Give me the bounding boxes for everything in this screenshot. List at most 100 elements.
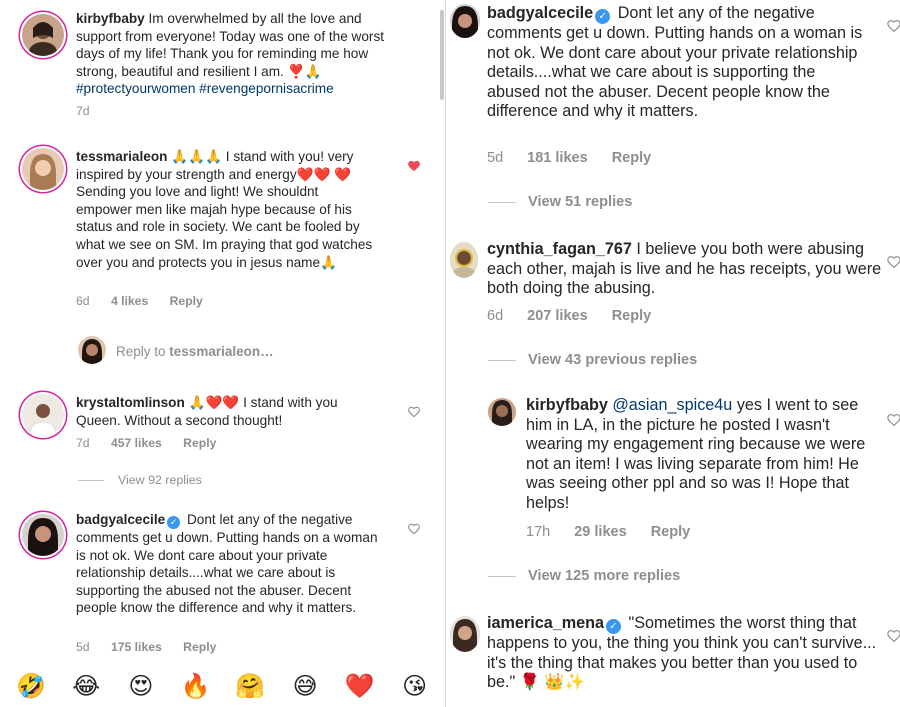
verified-badge-icon: ✓ — [606, 619, 621, 634]
comment-time: 5d — [76, 640, 90, 654]
emoji-sweat-smile[interactable]: 😅 — [288, 673, 322, 701]
comment-text: cynthia_fagan_767 I believe you both wer… — [487, 240, 887, 299]
view-replies-label: View 43 previous replies — [528, 352, 698, 368]
emoji-rofl[interactable]: 🤣 — [14, 673, 48, 701]
replies-divider-line — [78, 480, 104, 482]
reply-button[interactable]: Reply — [651, 524, 691, 540]
verified-badge-icon: ✓ — [167, 516, 181, 529]
comment-meta: 5d 175 likes Reply — [76, 640, 234, 654]
view-replies-label: View 92 replies — [118, 473, 202, 487]
avatar[interactable] — [22, 148, 64, 190]
reply-button[interactable]: Reply — [612, 308, 652, 324]
comment-username[interactable]: cynthia_fagan_767 — [487, 240, 632, 258]
emoji-quick-reactions: 🤣 😂 😍 🔥 🤗 😅 ❤️ 😘 — [0, 666, 446, 707]
comment-username[interactable]: kirbyfbaby — [526, 396, 608, 414]
reply-button[interactable]: Reply — [183, 640, 216, 654]
comment-body: Dont let any of the negative comments ge… — [76, 512, 378, 616]
comment-text: kirbyfbaby Im overwhelmed by all the lov… — [76, 10, 406, 98]
comment-meta: 7d — [76, 104, 108, 118]
comment-username[interactable]: iamerica_mena — [487, 614, 604, 632]
comment-text: iamerica_mena ✓ "Sometimes the worst thin… — [487, 614, 877, 693]
emoji-hug[interactable]: 🤗 — [233, 673, 267, 701]
emoji-red-heart[interactable]: ❤️ — [343, 673, 377, 701]
comment-meta: 17h 29 likes Reply — [526, 524, 710, 540]
avatar[interactable] — [488, 398, 516, 426]
comment-username[interactable]: badgyalcecile — [487, 4, 593, 22]
comment-badgyalcecile: badgyalcecile ✓ Dont let any of the negat… — [0, 502, 446, 666]
comment-text: badgyalcecile ✓ Dont let any of the negat… — [487, 4, 867, 122]
comment-likes[interactable]: 175 likes — [111, 640, 162, 654]
emoji-heart-eyes[interactable]: 😍 — [124, 673, 158, 701]
comment-text: krystaltomlinson 🙏❤️❤️ I stand with you … — [76, 394, 376, 429]
verified-badge-icon: ✓ — [595, 9, 611, 24]
avatar[interactable] — [22, 394, 64, 436]
avatar[interactable] — [450, 616, 480, 652]
comment-username[interactable]: badgyalcecile — [76, 512, 165, 527]
comment-time: 7d — [76, 436, 90, 450]
heart-outline-icon[interactable] — [886, 628, 900, 644]
reply-button[interactable]: Reply — [183, 436, 216, 450]
comment-likes[interactable]: 181 likes — [527, 150, 587, 166]
reply-prefix: Reply to — [116, 344, 166, 359]
avatar[interactable] — [450, 242, 478, 278]
reply-input-row[interactable]: Reply to tessmarialeon… — [0, 332, 446, 368]
comment-text: kirbyfbaby @asian_spice4u yes I went to … — [526, 396, 866, 514]
view-replies-button[interactable]: View 51 replies — [488, 194, 632, 210]
view-replies-label: View 125 more replies — [528, 568, 681, 584]
view-replies-label: View 51 replies — [528, 194, 633, 210]
comment-meta: 6d 207 likes Reply — [487, 308, 671, 324]
comment-likes[interactable]: 29 likes — [574, 524, 626, 540]
comment-meta: 7d 457 likes Reply — [76, 436, 234, 450]
comment-badgyalcecile: badgyalcecile ✓ Dont let any of the negat… — [446, 0, 900, 222]
replies-divider-line — [488, 359, 516, 361]
comment-time: 5d — [487, 150, 504, 166]
comment-username[interactable]: tessmarialeon — [76, 149, 167, 164]
reply-placeholder[interactable]: Reply to tessmarialeon… — [116, 344, 274, 359]
comment-text: tessmarialeon 🙏🙏🙏 I stand with you! very… — [76, 148, 376, 271]
comment-likes[interactable]: 4 likes — [111, 294, 148, 308]
comment-time: 17h — [526, 524, 551, 540]
reply-button[interactable]: Reply — [612, 150, 652, 166]
comment-likes[interactable]: 207 likes — [527, 308, 587, 324]
comment-hashtags[interactable]: #protectyourwomen #revengepornisacrime — [76, 81, 334, 96]
heart-outline-icon[interactable] — [407, 522, 421, 536]
replies-divider-line — [488, 575, 516, 577]
comment-iamerica-mena: iamerica_mena ✓ "Sometimes the worst thin… — [446, 610, 900, 707]
reply-username: tessmarialeon… — [169, 344, 274, 359]
heart-filled-icon[interactable] — [407, 159, 421, 173]
avatar — [78, 336, 106, 364]
right-comments-panel: badgyalcecile ✓ Dont let any of the negat… — [446, 0, 900, 707]
avatar[interactable] — [22, 514, 64, 556]
replies-divider-line — [488, 201, 516, 203]
heart-outline-icon[interactable] — [886, 254, 900, 270]
heart-outline-icon[interactable] — [886, 412, 900, 428]
comment-tessmarialeon: tessmarialeon 🙏🙏🙏 I stand with you! very… — [0, 138, 446, 318]
emoji-joy[interactable]: 😂 — [69, 673, 103, 701]
emoji-kiss[interactable]: 😘 — [398, 673, 432, 701]
comment-username[interactable]: kirbyfbaby — [76, 11, 145, 26]
view-replies-button[interactable]: View 43 previous replies — [488, 352, 697, 368]
comment-body: 🙏🙏🙏 I stand with you! very inspired by y… — [76, 149, 373, 270]
screenshot-collage: kirbyfbaby Im overwhelmed by all the lov… — [0, 0, 900, 707]
comment-username[interactable]: krystaltomlinson — [76, 395, 185, 410]
comment-likes[interactable]: 457 likes — [111, 436, 162, 450]
avatar[interactable] — [450, 4, 480, 38]
comment-krystaltomlinson: krystaltomlinson 🙏❤️❤️ I stand with you … — [0, 384, 446, 494]
heart-outline-icon[interactable] — [407, 405, 421, 419]
view-replies-button[interactable]: View 125 more replies — [488, 568, 680, 584]
comment-time: 6d — [76, 294, 90, 308]
heart-outline-icon[interactable] — [886, 18, 900, 34]
comment-time: 7d — [76, 104, 90, 118]
comment-time: 6d — [487, 308, 504, 324]
emoji-fire[interactable]: 🔥 — [179, 673, 213, 701]
comment-meta: 6d 4 likes Reply — [76, 294, 221, 308]
avatar[interactable] — [22, 14, 64, 56]
view-replies-button[interactable]: View 92 replies — [78, 473, 202, 487]
comment-mention[interactable]: @asian_spice4u — [612, 396, 732, 414]
left-comments-panel: kirbyfbaby Im overwhelmed by all the lov… — [0, 0, 446, 707]
comment-meta: 5d 181 likes Reply — [487, 150, 671, 166]
comment-cynthia-fagan: cynthia_fagan_767 I believe you both wer… — [446, 232, 900, 380]
reply-button[interactable]: Reply — [170, 294, 203, 308]
comment-text: badgyalcecile ✓ Dont let any of the negat… — [76, 511, 382, 617]
comment-kirbyfbaby: kirbyfbaby Im overwhelmed by all the lov… — [0, 0, 446, 130]
